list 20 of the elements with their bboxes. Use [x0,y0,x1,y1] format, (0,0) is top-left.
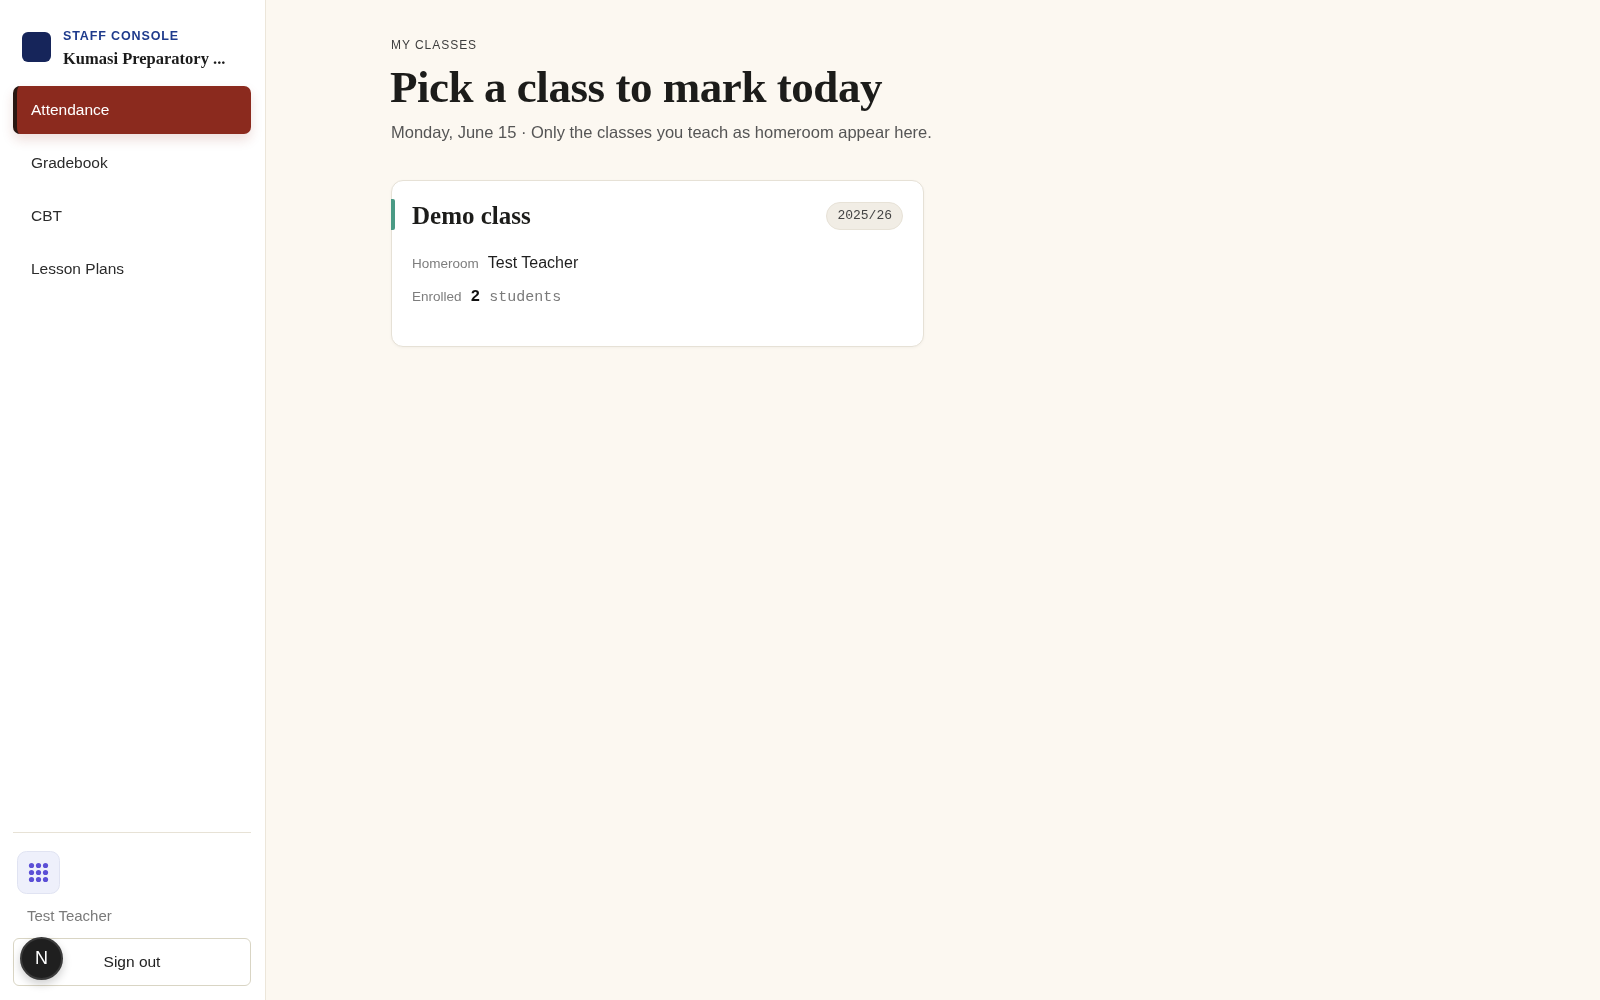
page-title: Pick a class to mark today [390,63,883,113]
nav-item[interactable]: Lesson Plans [13,245,251,293]
field-label: Homeroom [412,254,479,273]
nav-item[interactable]: Gradebook [13,139,251,187]
count-unit: students [489,287,562,308]
page-subtitle: Monday, June 15 · Only the classes you teach as homeroom appear here. [391,121,932,143]
school-name: Kumasi Preparatory ... [63,50,226,67]
class-card[interactable]: Demo class 2025/26 Homeroom Test Teacher Enrolled 2 students [391,179,924,347]
field-label: Enrolled [412,287,462,306]
school-year-tag: 2025/26 [826,201,903,231]
logo-square-icon [22,32,51,62]
nav-item[interactable]: Attendance [13,86,251,134]
section-label: MY CLASSES [391,39,478,51]
console-label: STAFF CONSOLE [63,30,179,43]
user-name: Test Teacher [27,907,112,925]
nav-item[interactable]: CBT [13,192,251,240]
dots-grid-icon[interactable] [17,851,60,894]
field-value: Test Teacher [487,252,579,273]
class-name: Demo class [412,203,531,229]
student-count: 2 [470,286,481,308]
